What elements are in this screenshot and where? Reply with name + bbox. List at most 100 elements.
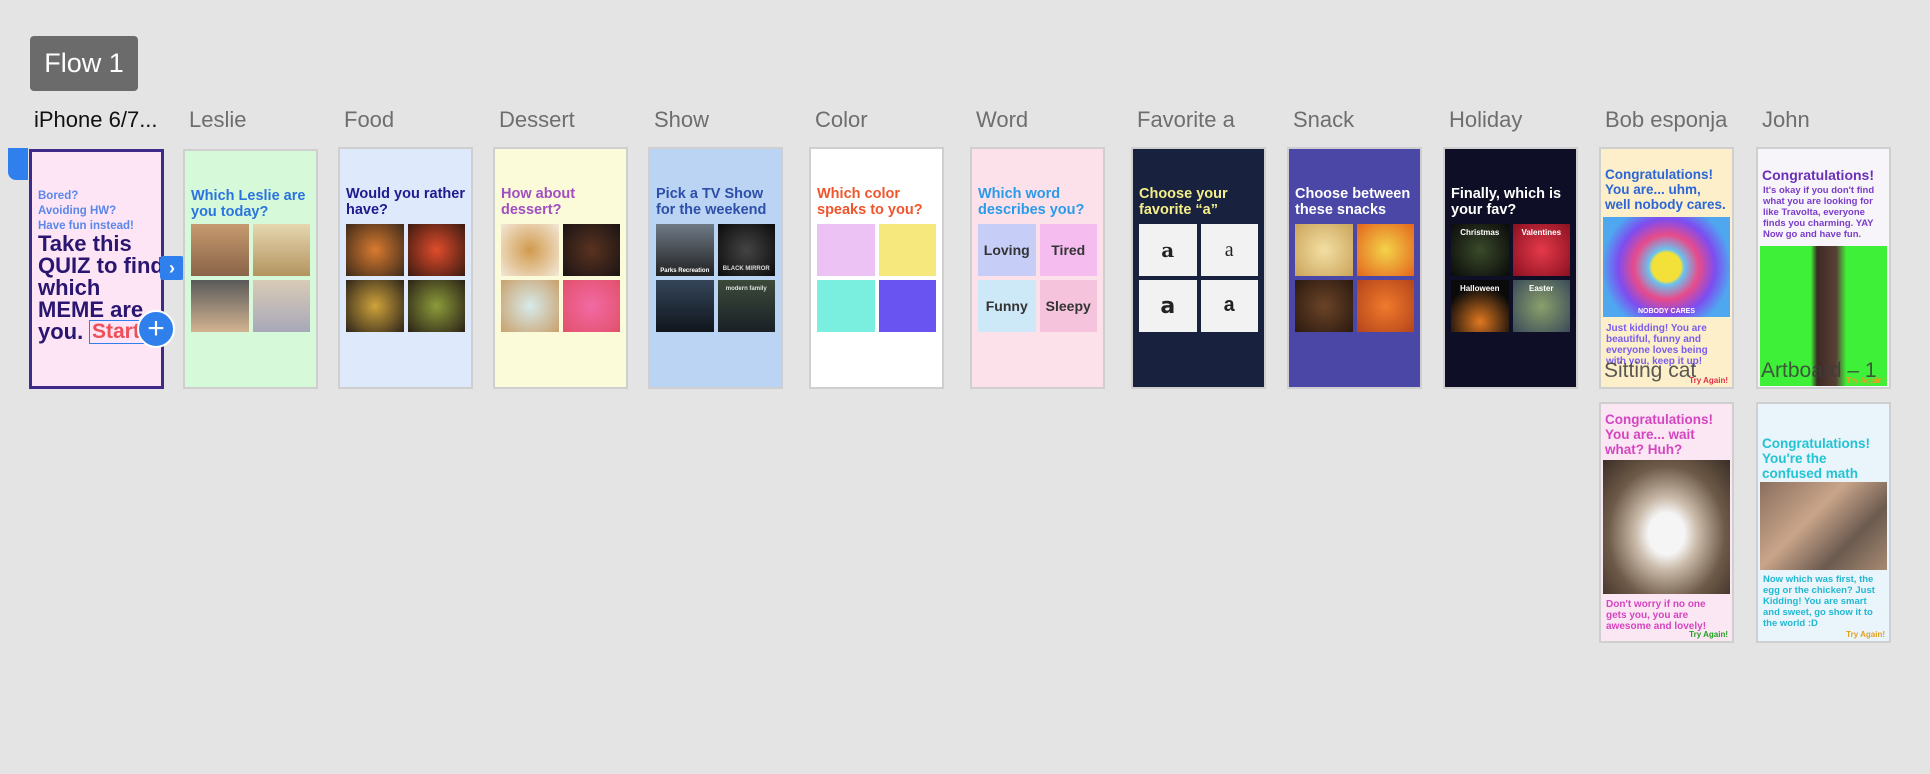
bob-overlay-caption: Sitting cat — [1604, 359, 1697, 382]
snack-question: Choose between these snacks — [1295, 186, 1411, 218]
bob-image-caption: NOBODY CARES — [1637, 308, 1696, 315]
cat-title: Congratulations! You are... wait what? H… — [1605, 412, 1713, 457]
snack-option-1[interactable] — [1295, 224, 1353, 276]
word-option-funny[interactable]: Funny — [978, 280, 1036, 332]
artboard-iphone[interactable]: Bored? Avoiding HW? Have fun instead! Ta… — [29, 149, 164, 389]
artboard-label-word[interactable]: Word — [976, 107, 1116, 133]
food-option-3[interactable] — [346, 280, 404, 332]
holiday-question: Finally, which is your fav? — [1451, 186, 1562, 218]
dessert-option-4[interactable] — [562, 280, 620, 332]
artboard-snack[interactable]: Choose between these snacks — [1287, 147, 1422, 389]
food-option-4[interactable] — [407, 280, 465, 332]
john-overlay-caption: Artboard – 1 — [1761, 359, 1877, 382]
holiday-options: Christmas Valentines Halloween Easter — [1451, 224, 1570, 332]
color-option-lavender[interactable] — [817, 224, 875, 276]
artboard-label-john[interactable]: John — [1762, 107, 1902, 133]
dessert-option-3[interactable] — [501, 280, 559, 332]
dessert-option-1[interactable] — [501, 224, 559, 276]
snack-option-4[interactable] — [1356, 280, 1414, 332]
favorite-question: Choose your favorite “a” — [1139, 186, 1228, 218]
snack-option-2[interactable] — [1356, 224, 1414, 276]
artboard-label-holiday[interactable]: Holiday — [1449, 107, 1589, 133]
show-option-1-label: Parks Recreation — [660, 268, 710, 274]
john-body: It's okay if you don't find what you are… — [1763, 185, 1875, 240]
leslie-option-1[interactable] — [191, 224, 249, 276]
word-options: Loving Tired Funny Sleepy — [978, 224, 1097, 332]
color-option-violet[interactable] — [878, 280, 936, 332]
show-question: Pick a TV Show for the weekend — [656, 186, 767, 218]
color-option-yellow[interactable] — [878, 224, 936, 276]
artboard-math-lady[interactable]: Congratulations! You're the confused mat… — [1756, 402, 1891, 643]
artboard-label-color[interactable]: Color — [815, 107, 955, 133]
artboard-bob[interactable]: Congratulations! You are... uhm, well no… — [1599, 147, 1734, 389]
leslie-option-3[interactable] — [191, 280, 249, 332]
food-option-2[interactable] — [407, 224, 465, 276]
artboard-cat[interactable]: Congratulations! You are... wait what? H… — [1599, 402, 1734, 643]
artboard-leslie[interactable]: Which Leslie are you today? — [183, 149, 318, 389]
holiday-option-halloween-label: Halloween — [1459, 284, 1500, 293]
holiday-option-valentines-label: Valentines — [1521, 228, 1562, 237]
intro-line-2: Avoiding HW? — [38, 205, 117, 217]
favorite-option-4[interactable]: a — [1200, 280, 1258, 332]
show-option-3[interactable] — [656, 280, 714, 332]
word-option-tired[interactable]: Tired — [1039, 224, 1097, 276]
cat-body: Don't worry if no one gets you, you are … — [1606, 599, 1707, 632]
artboard-label-food[interactable]: Food — [344, 107, 484, 133]
holiday-option-easter-label: Easter — [1529, 284, 1554, 293]
food-option-1[interactable] — [346, 224, 404, 276]
flow-start-marker[interactable] — [8, 148, 28, 180]
word-option-sleepy[interactable]: Sleepy — [1039, 280, 1097, 332]
intro-lines: Bored? Avoiding HW? Have fun instead! — [38, 189, 134, 234]
color-question: Which color speaks to you? — [817, 186, 923, 218]
artboard-label-favorite[interactable]: Favorite a — [1137, 107, 1267, 133]
color-option-aqua[interactable] — [817, 280, 875, 332]
artboard-food[interactable]: Would you rather have? — [338, 147, 473, 389]
snack-option-3[interactable] — [1295, 280, 1353, 332]
holiday-option-valentines[interactable]: Valentines — [1512, 224, 1570, 276]
show-options: Parks Recreation BLACK MIRROR modern fam… — [656, 224, 775, 332]
artboard-john[interactable]: Congratulations! It's okay if you don't … — [1756, 147, 1891, 389]
artboard-label-bob[interactable]: Bob esponja — [1605, 107, 1745, 133]
math-image — [1760, 482, 1887, 570]
math-body: Now which was first, the egg or the chic… — [1763, 574, 1875, 629]
artboard-word[interactable]: Which word describes you? Loving Tired F… — [970, 147, 1105, 389]
dessert-question: How about dessert? — [501, 186, 576, 218]
holiday-option-halloween[interactable]: Halloween — [1451, 280, 1509, 332]
artboard-favorite[interactable]: Choose your favorite “a” a a a a — [1131, 147, 1266, 389]
show-option-2[interactable]: BLACK MIRROR — [717, 224, 775, 276]
artboard-label-dessert[interactable]: Dessert — [499, 107, 639, 133]
food-question: Would you rather have? — [346, 186, 465, 218]
add-connection-plus-icon[interactable]: + — [137, 310, 175, 348]
artboard-label-show[interactable]: Show — [654, 107, 794, 133]
artboard-label-leslie[interactable]: Leslie — [189, 107, 329, 133]
favorite-option-1[interactable]: a — [1139, 224, 1197, 276]
intro-line-1: Bored? — [38, 190, 79, 202]
artboard-label-snack[interactable]: Snack — [1293, 107, 1433, 133]
cat-try-again-link[interactable]: Try Again! — [1689, 630, 1728, 639]
dessert-option-2[interactable] — [562, 224, 620, 276]
favorite-option-3[interactable]: a — [1139, 280, 1197, 332]
holiday-option-easter[interactable]: Easter — [1512, 280, 1570, 332]
artboard-show[interactable]: Pick a TV Show for the weekend Parks Rec… — [648, 147, 783, 389]
leslie-question: Which Leslie are you today? — [191, 188, 306, 220]
flow-badge[interactable]: Flow 1 — [30, 36, 138, 91]
artboard-dessert[interactable]: How about dessert? — [493, 147, 628, 389]
leslie-option-2[interactable] — [252, 224, 310, 276]
holiday-option-christmas-label: Christmas — [1460, 228, 1500, 237]
artboard-color[interactable]: Which color speaks to you? — [809, 147, 944, 389]
math-try-again-link[interactable]: Try Again! — [1846, 630, 1885, 639]
color-options — [817, 224, 936, 332]
show-option-2-label: BLACK MIRROR — [722, 266, 770, 272]
word-question: Which word describes you? — [978, 186, 1085, 218]
holiday-option-christmas[interactable]: Christmas — [1451, 224, 1509, 276]
show-option-4[interactable]: modern family — [717, 280, 775, 332]
artboard-holiday[interactable]: Finally, which is your fav? Christmas Va… — [1443, 147, 1578, 389]
artboard-label-iphone[interactable]: iPhone 6/7... — [34, 107, 174, 133]
word-option-loving[interactable]: Loving — [978, 224, 1036, 276]
favorite-option-2[interactable]: a — [1200, 224, 1258, 276]
show-option-4-label: modern family — [725, 286, 767, 292]
snack-options — [1295, 224, 1414, 332]
connector-chevron-icon[interactable]: › — [160, 256, 184, 280]
leslie-option-4[interactable] — [252, 280, 310, 332]
show-option-1[interactable]: Parks Recreation — [656, 224, 714, 276]
